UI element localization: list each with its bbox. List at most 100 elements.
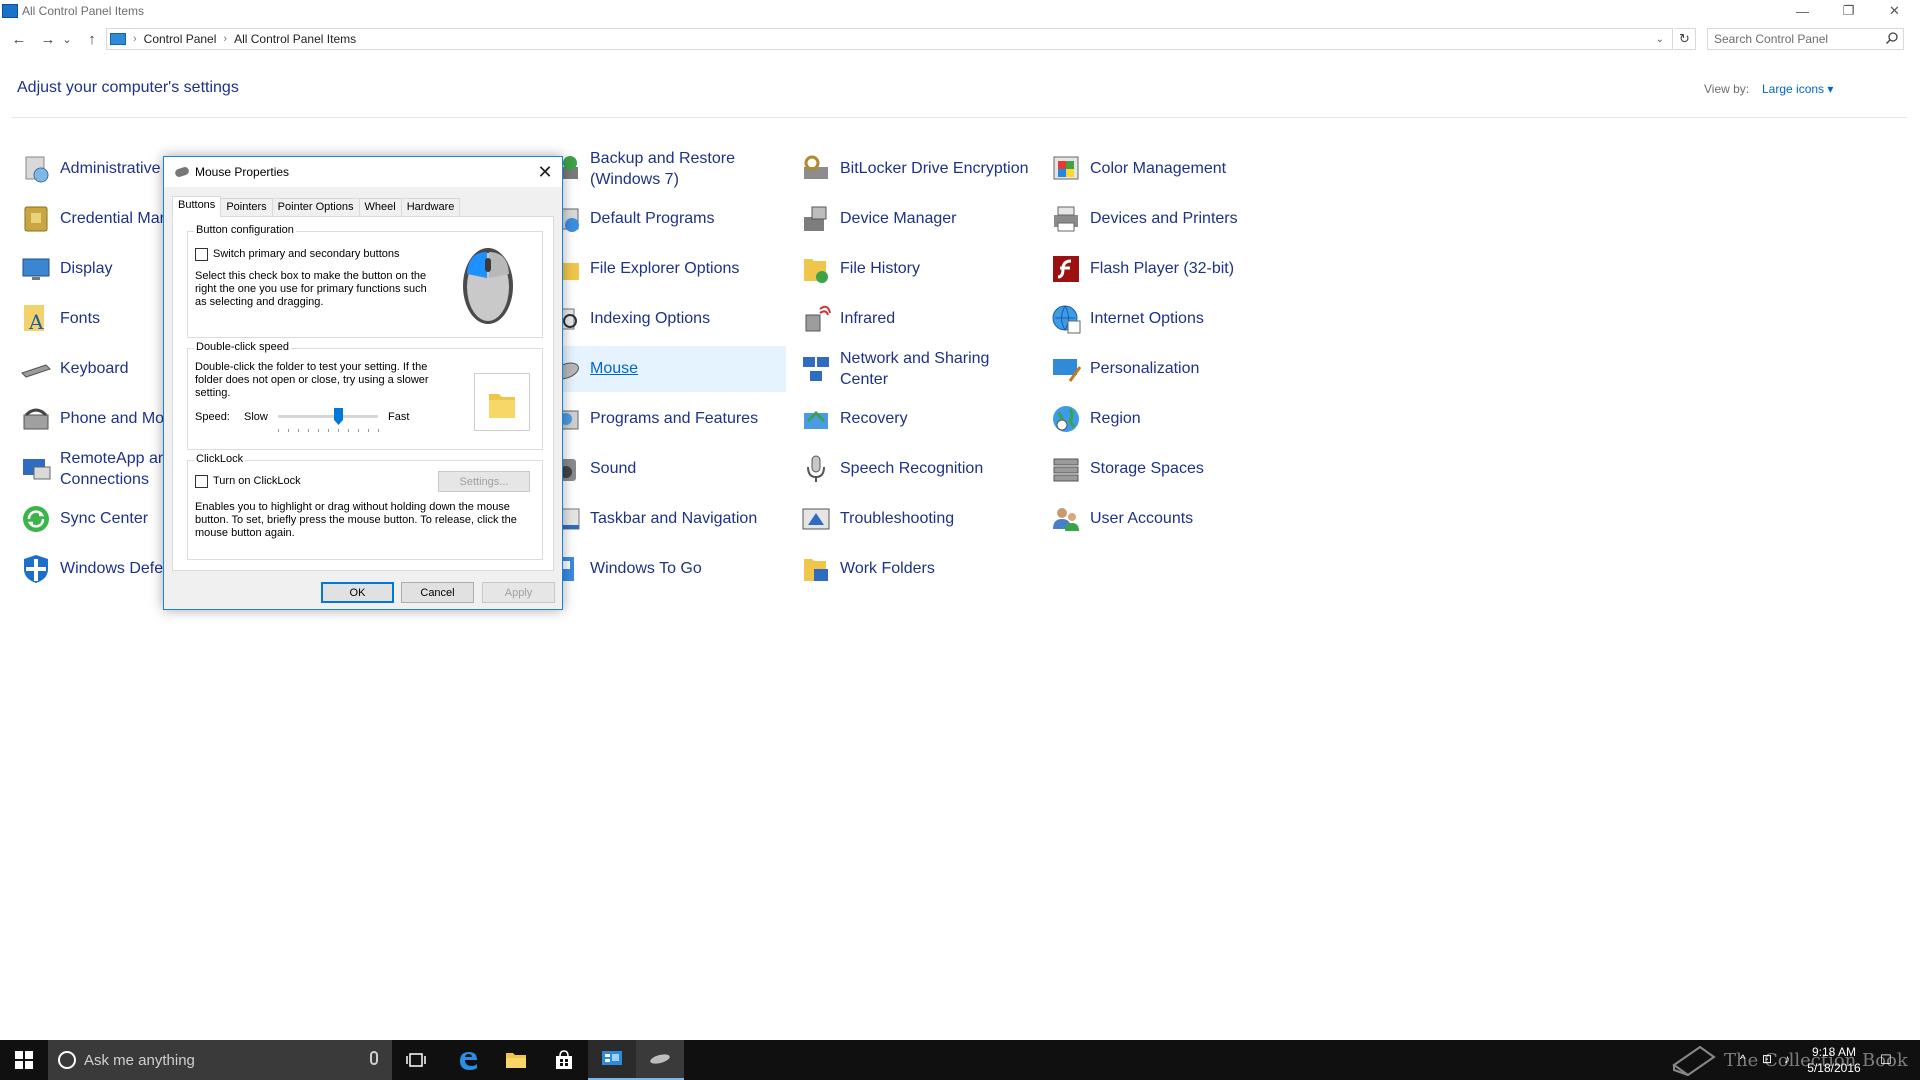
item-taskbar-and-navigation[interactable]: Taskbar and Navigation	[546, 496, 786, 542]
item-troubleshooting[interactable]: Troubleshooting	[796, 496, 1036, 542]
item-internet-options[interactable]: Internet Options	[1046, 296, 1286, 342]
control-panel-icon	[602, 1051, 622, 1065]
taskbar-store[interactable]	[540, 1040, 588, 1080]
item-label: Administrative	[60, 160, 161, 177]
fonts-icon: A	[24, 305, 44, 334]
item-device-manager[interactable]: Device Manager	[796, 196, 1036, 242]
tab-pointer-options[interactable]: Pointer Options	[271, 198, 360, 216]
item-user-accounts[interactable]: User Accounts	[1046, 496, 1286, 542]
taskbar: Ask me anything ^ ⊡ ♪ 9:18 AM 5/18/2016 …	[0, 1040, 1920, 1080]
item-label: User Accounts	[1090, 510, 1194, 527]
test-area[interactable]	[474, 373, 530, 431]
folder-icon[interactable]	[475, 374, 531, 432]
item-windows-to-go[interactable]: Windows To Go	[546, 546, 786, 592]
taskbar-file-explorer[interactable]	[492, 1040, 540, 1080]
start-button[interactable]	[0, 1040, 48, 1080]
item-speech-recognition[interactable]: Speech Recognition	[796, 446, 1036, 492]
item-recovery[interactable]: Recovery	[796, 396, 1036, 442]
breadcrumb-separator: ›	[223, 33, 228, 45]
item-file-explorer-options[interactable]: File Explorer Options	[546, 246, 786, 292]
close-button[interactable]: ✕	[1872, 0, 1917, 22]
internet-options-icon	[1052, 305, 1081, 334]
item-color-management[interactable]: Color Management	[1046, 146, 1286, 192]
item-devices-and-printers[interactable]: Devices and Printers	[1046, 196, 1286, 242]
item-region[interactable]: Region	[1046, 396, 1286, 442]
slider-tick	[298, 429, 299, 432]
minimize-button[interactable]: —	[1780, 0, 1825, 22]
phone-modem-icon	[23, 408, 49, 430]
task-view-button[interactable]	[392, 1040, 440, 1080]
cortana-search-box[interactable]: Ask me anything	[48, 1040, 392, 1080]
slider-tick	[288, 429, 289, 432]
ok-button[interactable]: OK	[321, 582, 394, 603]
item-default-programs[interactable]: Default Programs	[546, 196, 786, 242]
watermark: The Collection Book	[1670, 1040, 1908, 1080]
device-manager-icon	[804, 206, 827, 231]
buttons-tab-page: Button configuration Switch primary and …	[172, 216, 554, 571]
taskbar-control-panel[interactable]	[588, 1040, 636, 1080]
tab-wheel[interactable]: Wheel	[358, 198, 402, 216]
item-infrared[interactable]: Infrared	[796, 296, 1036, 342]
breadcrumb-separator: ›	[133, 33, 137, 45]
speed-label: Speed:	[195, 411, 230, 423]
item-label: Troubleshooting	[840, 510, 955, 527]
cancel-button[interactable]: Cancel	[401, 582, 474, 603]
clicklock-settings-button[interactable]: Settings...	[438, 471, 530, 492]
apply-button[interactable]: Apply	[482, 582, 555, 603]
item-personalization[interactable]: Personalization	[1046, 346, 1286, 392]
item-bitlocker-drive-encryption[interactable]: BitLocker Drive Encryption	[796, 146, 1036, 192]
item-mouse[interactable]: Mouse	[546, 346, 786, 392]
mouse-properties-dialog: Mouse Properties ✕ Buttons Pointers Poin…	[163, 156, 563, 610]
item-sound[interactable]: Sound	[546, 446, 786, 492]
switch-buttons-checkbox[interactable]	[195, 248, 208, 261]
tab-pointers[interactable]: Pointers	[220, 198, 273, 216]
forward-button[interactable]: →	[37, 28, 59, 50]
taskbar-edge[interactable]	[444, 1040, 492, 1080]
address-dropdown-button[interactable]: ⌄	[1656, 34, 1664, 45]
item-work-folders[interactable]: Work Folders	[796, 546, 1036, 592]
item-flash-player-32-bit[interactable]: Flash Player (32-bit)	[1046, 246, 1286, 292]
keyboard-icon	[21, 364, 51, 378]
item-file-history[interactable]: File History	[796, 246, 1036, 292]
clicklock-label[interactable]: Turn on ClickLock	[213, 475, 301, 488]
clicklock-checkbox[interactable]	[195, 475, 208, 488]
speed-slider-track[interactable]	[278, 415, 378, 418]
item-label: Recovery	[840, 410, 908, 427]
up-button[interactable]: ↑	[81, 28, 103, 50]
search-input[interactable]: Search Control Panel	[1707, 28, 1904, 50]
slider-tick	[358, 429, 359, 432]
header-divider	[12, 117, 1907, 118]
item-backup-and-restore[interactable]: Backup and Restore (Windows 7)	[546, 146, 786, 192]
restore-button[interactable]: ❐	[1826, 0, 1871, 22]
item-label: Keyboard	[60, 360, 129, 377]
recent-locations-button[interactable]: ⌄	[61, 28, 73, 50]
search-icon[interactable]	[1885, 31, 1899, 45]
dialog-close-button[interactable]: ✕	[534, 161, 556, 183]
mouse-icon	[650, 1054, 670, 1064]
tab-hardware[interactable]: Hardware	[400, 198, 461, 216]
svg-text:A: A	[28, 310, 44, 334]
item-label: Windows To Go	[590, 560, 702, 577]
item-label: Internet Options	[1090, 310, 1204, 327]
item-indexing-options[interactable]: Indexing Options	[546, 296, 786, 342]
item-label: Device Manager	[840, 210, 957, 227]
item-label: BitLocker Drive Encryption	[840, 160, 1029, 177]
item-storage-spaces[interactable]: Storage Spaces	[1046, 446, 1286, 492]
taskbar-mouse-properties[interactable]	[636, 1040, 684, 1080]
refresh-button[interactable]: ↻	[1674, 28, 1696, 50]
item-label: Personalization	[1090, 360, 1200, 377]
breadcrumb-control-panel[interactable]: Control Panel	[144, 32, 217, 46]
item-programs-and-features[interactable]: Programs and Features	[546, 396, 786, 442]
breadcrumb-all-items[interactable]: All Control Panel Items	[234, 32, 356, 46]
address-bar[interactable]: › Control Panel › All Control Panel Item…	[106, 28, 1673, 50]
item-network-and-sharing[interactable]: Network and Sharing Center	[796, 346, 1036, 392]
item-label: File Explorer Options	[590, 260, 740, 277]
view-by-dropdown[interactable]: Large icons ▾	[1762, 82, 1833, 96]
microphone-icon[interactable]	[370, 1051, 378, 1065]
item-label: Display	[60, 260, 113, 277]
switch-buttons-label[interactable]: Switch primary and secondary buttons	[213, 248, 399, 261]
windows-logo-icon	[15, 1051, 33, 1069]
tab-buttons[interactable]: Buttons	[172, 196, 222, 217]
back-button[interactable]: ←	[8, 28, 30, 50]
speed-slider-thumb[interactable]	[334, 408, 343, 425]
